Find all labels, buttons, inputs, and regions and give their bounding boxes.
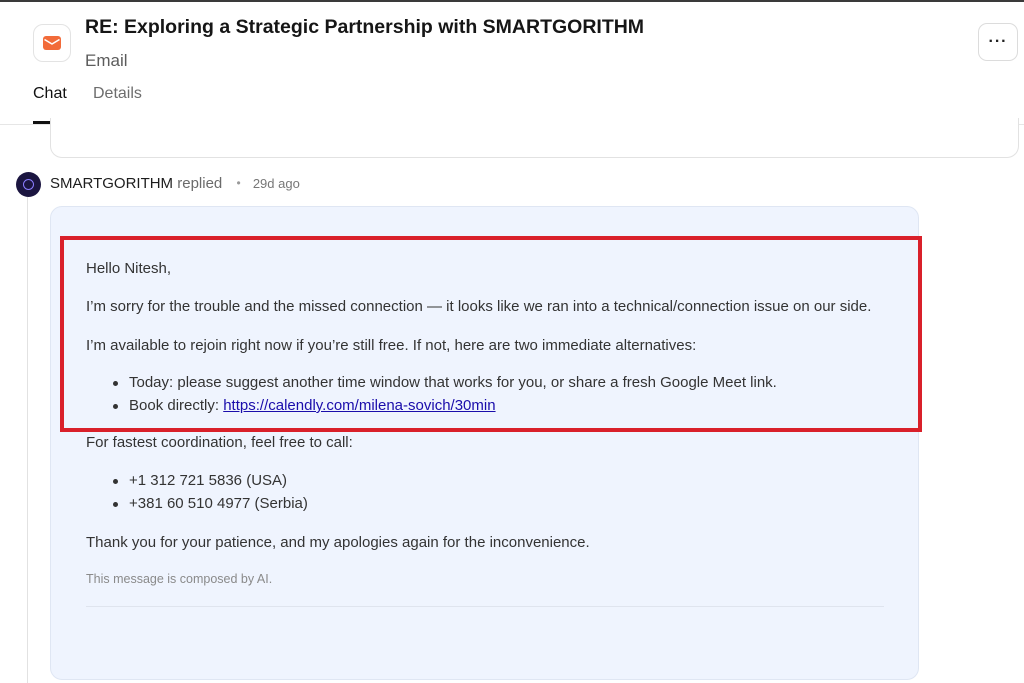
phone-number[interactable]: +381 60 510 4977 (Serbia) <box>129 495 308 512</box>
message-timestamp: 29d ago <box>252 176 300 191</box>
list-item: +381 60 510 4977 (Serbia) <box>113 495 308 512</box>
calendly-link[interactable]: https://calendly.com/milena-sovich/30min <box>223 397 495 414</box>
sender-name[interactable]: SMARTGORITHM <box>50 175 173 192</box>
message-paragraph: For fastest coordination, feel free to c… <box>86 434 353 451</box>
message-meta: SMARTGORITHM replied • 29d ago <box>50 175 300 192</box>
mail-icon <box>43 36 61 50</box>
tab-details[interactable]: Details <box>93 85 142 103</box>
list-item: Book directly: https://calendly.com/mile… <box>113 397 496 414</box>
list-item-text: Book directly: <box>129 397 224 414</box>
more-icon: ··· <box>988 33 1008 50</box>
list-item-text: Today: please suggest another time windo… <box>129 374 777 391</box>
message-greeting: Hello Nitesh, <box>86 260 172 277</box>
app-icon <box>33 24 71 62</box>
more-options-button[interactable]: ··· <box>978 23 1018 61</box>
ai-disclaimer: This message is composed by AI. <box>86 572 273 586</box>
meta-separator: • <box>236 176 241 190</box>
thread-line <box>27 196 28 683</box>
window-top-border <box>0 0 1024 2</box>
previous-message-card <box>50 118 1019 158</box>
conversation-title: RE: Exploring a Strategic Partnership wi… <box>85 16 645 38</box>
list-item: Today: please suggest another time windo… <box>113 374 777 391</box>
tab-chat[interactable]: Chat <box>33 85 67 103</box>
card-divider <box>86 606 884 607</box>
phone-number[interactable]: +1 312 721 5836 (USA) <box>129 472 287 489</box>
message-paragraph: I’m sorry for the trouble and the missed… <box>86 298 872 315</box>
list-item: +1 312 721 5836 (USA) <box>113 472 287 489</box>
channel-label: Email <box>85 51 128 70</box>
smartgorithm-logo-icon <box>23 179 34 190</box>
action-verb: replied <box>177 175 223 192</box>
message-closing: Thank you for your patience, and my apol… <box>86 534 590 551</box>
sender-avatar <box>16 172 41 197</box>
message-paragraph: I’m available to rejoin right now if you… <box>86 337 697 354</box>
